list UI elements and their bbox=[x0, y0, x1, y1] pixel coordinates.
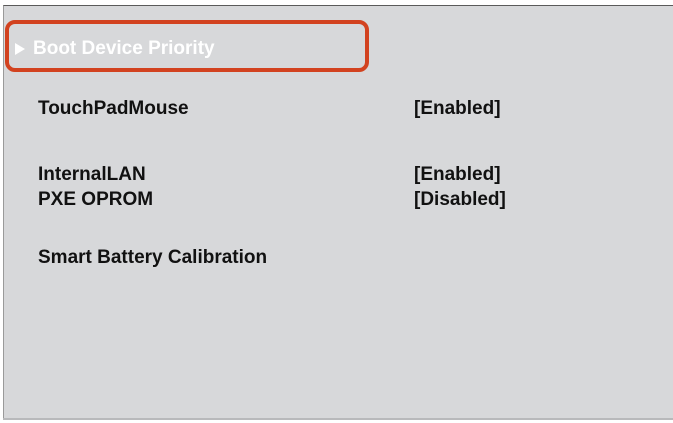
touchpadmouse-label[interactable]: TouchPadMouse bbox=[38, 97, 189, 121]
boot-device-priority-label: Boot Device Priority bbox=[33, 38, 215, 59]
panel-bottom-divider bbox=[3, 418, 673, 420]
pxe-oprom-value[interactable]: [Disabled] bbox=[414, 188, 506, 212]
pxe-oprom-label[interactable]: PXE OPROM bbox=[38, 188, 153, 212]
boot-device-priority-menu-item[interactable]: Boot Device Priority bbox=[15, 36, 215, 62]
internallan-value[interactable]: [Enabled] bbox=[414, 163, 501, 187]
smart-battery-calibration-item[interactable]: Smart Battery Calibration bbox=[38, 246, 267, 270]
touchpadmouse-value[interactable]: [Enabled] bbox=[414, 97, 501, 121]
submenu-arrow-icon bbox=[15, 43, 25, 55]
internallan-label[interactable]: InternalLAN bbox=[38, 163, 146, 187]
